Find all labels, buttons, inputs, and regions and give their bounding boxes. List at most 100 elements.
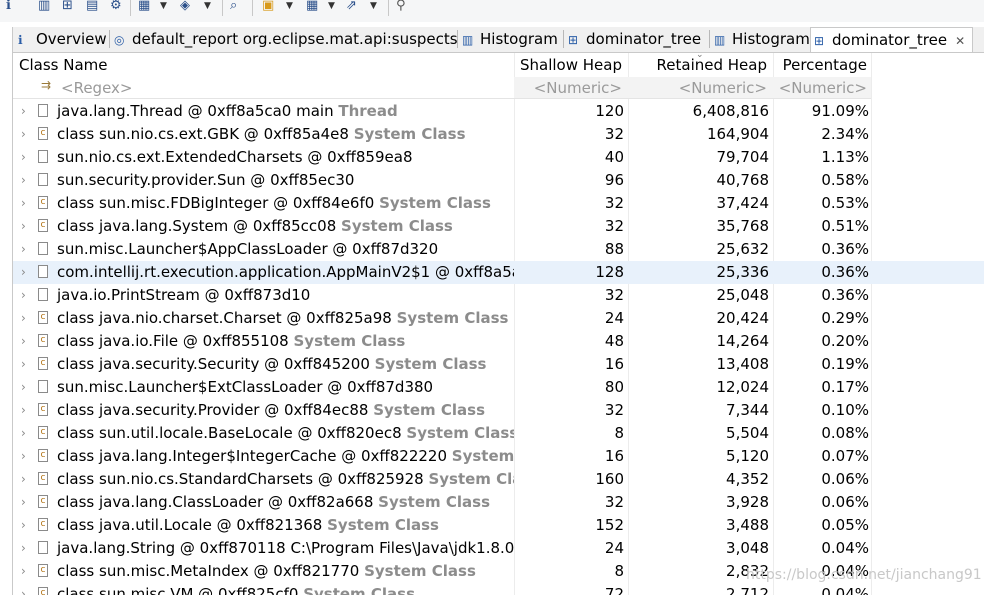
table-row[interactable]: › c class sun.nio.cs.StandardCharsets @ 0x…: [13, 468, 984, 491]
histogram-icon: ▥: [462, 33, 474, 47]
column-header-class-name[interactable]: Class Name: [19, 53, 514, 77]
class-name-cell: class java.lang.ClassLoader @ 0xff82a668…: [13, 491, 514, 514]
table-row[interactable]: › java.lang.Thread @ 0xff8a5ca0 main Thre…: [13, 100, 984, 123]
close-icon[interactable]: ✕: [955, 34, 965, 48]
table-row[interactable]: › java.lang.String @ 0xff870118 C:\Progra…: [13, 537, 984, 560]
toolbar-separator: [252, 0, 253, 16]
chevron-down-icon[interactable]: ▼: [328, 0, 335, 16]
table-row[interactable]: › c class java.nio.charset.Charset @ 0xff8…: [13, 307, 984, 330]
percentage-cell: 0.36%: [821, 263, 869, 281]
shallow-heap-filter-input[interactable]: <Numeric>: [514, 77, 628, 99]
percentage-cell: 0.07%: [821, 447, 869, 465]
query-browser-icon[interactable]: ◈: [180, 0, 190, 16]
class-name-cell: class java.io.File @ 0xff855108 System C…: [13, 330, 514, 353]
chevron-down-icon[interactable]: ▼: [160, 0, 167, 16]
column-header-percentage[interactable]: Percentage: [773, 53, 871, 77]
percentage-cell: 91.09%: [811, 102, 869, 120]
table-row[interactable]: › com.intellij.rt.execution.application.A…: [13, 261, 984, 284]
object-name: sun.security.provider.Sun @ 0xff85ec30: [57, 171, 355, 189]
oql-icon[interactable]: ▤: [86, 0, 98, 16]
dominator-tree-icon[interactable]: ⊞: [62, 0, 73, 16]
percentage-filter-input[interactable]: <Numeric>: [773, 77, 871, 99]
info-icon: ℹ: [18, 33, 23, 47]
report-icon[interactable]: ▦: [138, 0, 150, 16]
table-row[interactable]: › sun.security.provider.Sun @ 0xff85ec30 9…: [13, 169, 984, 192]
shallow-heap-cell: 16: [604, 447, 624, 465]
group-icon[interactable]: ▣: [262, 0, 274, 16]
pin-icon[interactable]: ⚲: [396, 0, 406, 16]
percentage-cell: 0.53%: [821, 194, 869, 212]
tab-divider: [563, 30, 564, 48]
percentage-cell: 0.36%: [821, 286, 869, 304]
retained-heap-cell: 164,904: [706, 125, 769, 143]
percentage-cell: 0.04%: [821, 585, 869, 595]
sort-descending-icon: ⌄: [696, 50, 704, 60]
class-name-cell: class java.security.Security @ 0xff84520…: [13, 353, 514, 376]
object-name: java.io.PrintStream @ 0xff873d10: [57, 286, 311, 304]
object-label: class sun.nio.cs.ext.GBK @ 0xff85a4e8 Sy…: [57, 123, 466, 146]
tab-dominator-tree-active[interactable]: ⊞ dominator_tree ✕: [810, 27, 973, 52]
object-tag: System Class: [341, 217, 453, 235]
tab-default-report[interactable]: ◎ default_report org.eclipse.mat.api:susp…: [111, 27, 458, 51]
table-row[interactable]: › c class sun.misc.VM @ 0xff825cf0 System …: [13, 583, 984, 595]
table-row[interactable]: › sun.misc.Launcher$ExtClassLoader @ 0xff…: [13, 376, 984, 399]
regex-filter-input[interactable]: <Regex>: [61, 77, 132, 99]
retained-heap-cell: 3,928: [726, 493, 769, 511]
table-row[interactable]: › c class sun.misc.FDBigInteger @ 0xff84e6…: [13, 192, 984, 215]
tab-overview[interactable]: ℹ Overview: [15, 27, 109, 51]
histogram-icon[interactable]: ▥: [38, 0, 50, 16]
object-label: class sun.misc.VM @ 0xff825cf0 System Cl…: [57, 583, 415, 595]
shallow-heap-cell: 88: [604, 240, 624, 258]
object-name: class java.lang.Integer$IntegerCache @ 0…: [57, 447, 452, 465]
calculate-icon[interactable]: ▦: [306, 0, 318, 16]
object-label: class java.security.Security @ 0xff84520…: [57, 353, 486, 376]
toolbar-separator: [130, 0, 131, 16]
class-name-cell: class java.lang.System @ 0xff85cc08 Syst…: [13, 215, 514, 238]
tab-histogram-2[interactable]: ▥ Histogram: [711, 27, 811, 51]
table-row[interactable]: › c class java.security.Security @ 0xff845…: [13, 353, 984, 376]
table-row[interactable]: › c class java.util.Locale @ 0xff821368 Sy…: [13, 514, 984, 537]
table-row[interactable]: › c class sun.util.locale.BaseLocale @ 0xf…: [13, 422, 984, 445]
class-name-cell: sun.misc.Launcher$ExtClassLoader @ 0xff8…: [13, 376, 514, 399]
table-row[interactable]: › c class java.lang.ClassLoader @ 0xff82a6…: [13, 491, 984, 514]
table-row[interactable]: › c class java.io.File @ 0xff855108 System…: [13, 330, 984, 353]
retained-heap-filter-input[interactable]: <Numeric>: [628, 77, 773, 99]
table-row[interactable]: › c class java.lang.System @ 0xff85cc08 Sy…: [13, 215, 984, 238]
tab-dominator-tree[interactable]: ⊞ dominator_tree: [565, 27, 709, 51]
table-row[interactable]: › c class java.security.Provider @ 0xff84e…: [13, 399, 984, 422]
table-row[interactable]: › c class sun.nio.cs.ext.GBK @ 0xff85a4e8 …: [13, 123, 984, 146]
search-icon[interactable]: ⌕: [230, 0, 237, 16]
object-tag: System Class: [353, 125, 466, 143]
table-row[interactable]: › sun.nio.cs.ext.ExtendedCharsets @ 0xff8…: [13, 146, 984, 169]
retained-heap-cell: 3,488: [726, 516, 769, 534]
table-row[interactable]: › c class java.lang.Integer$IntegerCache @…: [13, 445, 984, 468]
shallow-heap-cell: 32: [604, 286, 624, 304]
regex-filter-cell[interactable]: ⇉ <Regex>: [13, 77, 514, 99]
tab-histogram[interactable]: ▥ Histogram: [459, 27, 563, 51]
object-label: class sun.misc.FDBigInteger @ 0xff84e6f0…: [57, 192, 491, 215]
gear-icon[interactable]: ⚙: [110, 0, 122, 16]
export-icon[interactable]: ⇗: [346, 0, 357, 16]
chevron-down-icon[interactable]: ▼: [204, 0, 211, 16]
shallow-heap-cell: 32: [604, 493, 624, 511]
class-name-cell: class sun.misc.VM @ 0xff825cf0 System Cl…: [13, 583, 514, 595]
shallow-heap-cell: 24: [604, 539, 624, 557]
object-label: class sun.nio.cs.StandardCharsets @ 0xff…: [57, 468, 514, 491]
table-row[interactable]: › java.io.PrintStream @ 0xff873d10 32 25,04…: [13, 284, 984, 307]
filter-icon: ⇉: [41, 78, 52, 92]
percentage-cell: 0.17%: [821, 378, 869, 396]
object-name: class sun.nio.cs.ext.GBK @ 0xff85a4e8: [57, 125, 354, 143]
column-header-shallow-heap[interactable]: Shallow Heap: [514, 53, 628, 77]
chevron-down-icon[interactable]: ▼: [286, 0, 293, 16]
object-tag: Thread: [338, 102, 398, 120]
histogram-icon: ▥: [714, 33, 726, 47]
object-name: class java.security.Provider @ 0xff84ec8…: [57, 401, 374, 419]
percentage-cell: 0.29%: [821, 309, 869, 327]
editor-tab-bar: ℹ Overview ◎ default_report org.eclipse.ma…: [13, 27, 984, 53]
object-tag: System Class: [293, 332, 406, 350]
retained-heap-cell: 40,768: [716, 171, 770, 189]
info-icon[interactable]: ℹ: [6, 0, 11, 16]
chevron-down-icon[interactable]: ▼: [370, 0, 377, 16]
table-row[interactable]: › sun.misc.Launcher$AppClassLoader @ 0xff…: [13, 238, 984, 261]
object-name: sun.misc.Launcher$AppClassLoader @ 0xff8…: [57, 240, 439, 258]
